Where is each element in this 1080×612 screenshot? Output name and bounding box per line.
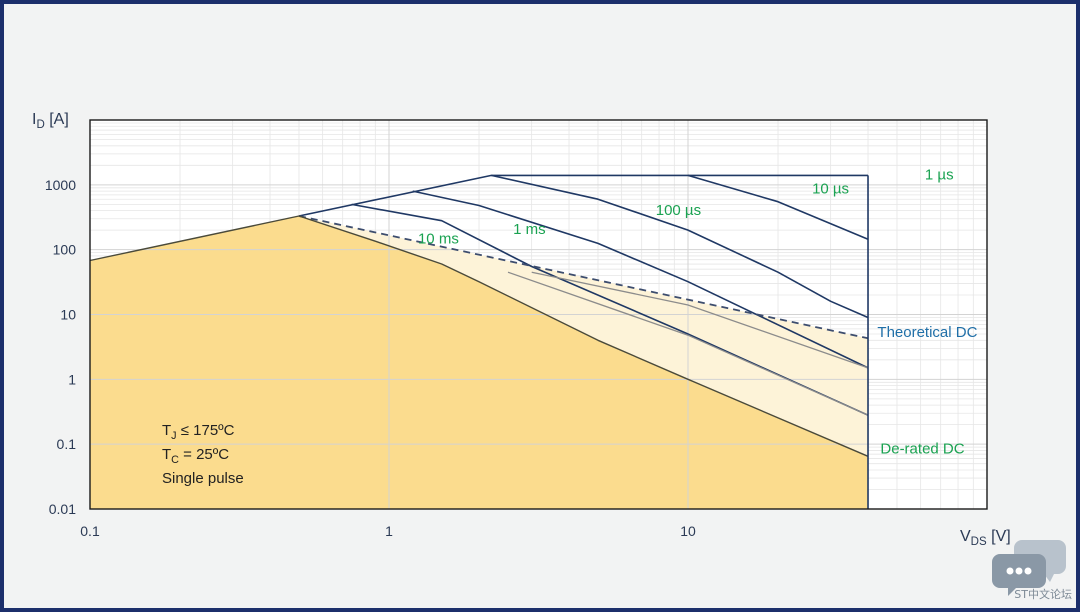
y-tick-label: 10 [60,307,76,323]
y-tick-label: 1 [68,371,76,387]
soa-chart: 0.1 1 100.010.11101001000ID [A]VDS [V]1 µs… [32,111,1011,548]
x-tick-label: 1 [385,523,393,539]
y-tick-label: 0.1 [57,436,77,452]
annotation-10ms: 10 ms [418,230,459,247]
annotation-100us: 100 µs [656,202,701,219]
watermark-text: ST中文论坛 [1014,588,1072,601]
x-tick-label: 0.1 [80,523,100,539]
y-axis-label: ID [A] [32,111,69,131]
condition-line-2: Single pulse [162,470,244,487]
annotation-theo: Theoretical DC [877,324,977,341]
x-tick-label: 10 [680,523,696,539]
y-tick-label: 1000 [45,177,76,193]
annotation-1us: 1 µs [925,166,954,183]
y-tick-label: 100 [53,242,77,258]
annotation-10us: 10 µs [812,180,849,197]
y-tick-label: 0.01 [49,501,76,517]
annotation-1ms: 1 ms [513,221,546,238]
annotation-derated: De-rated DC [880,441,964,458]
